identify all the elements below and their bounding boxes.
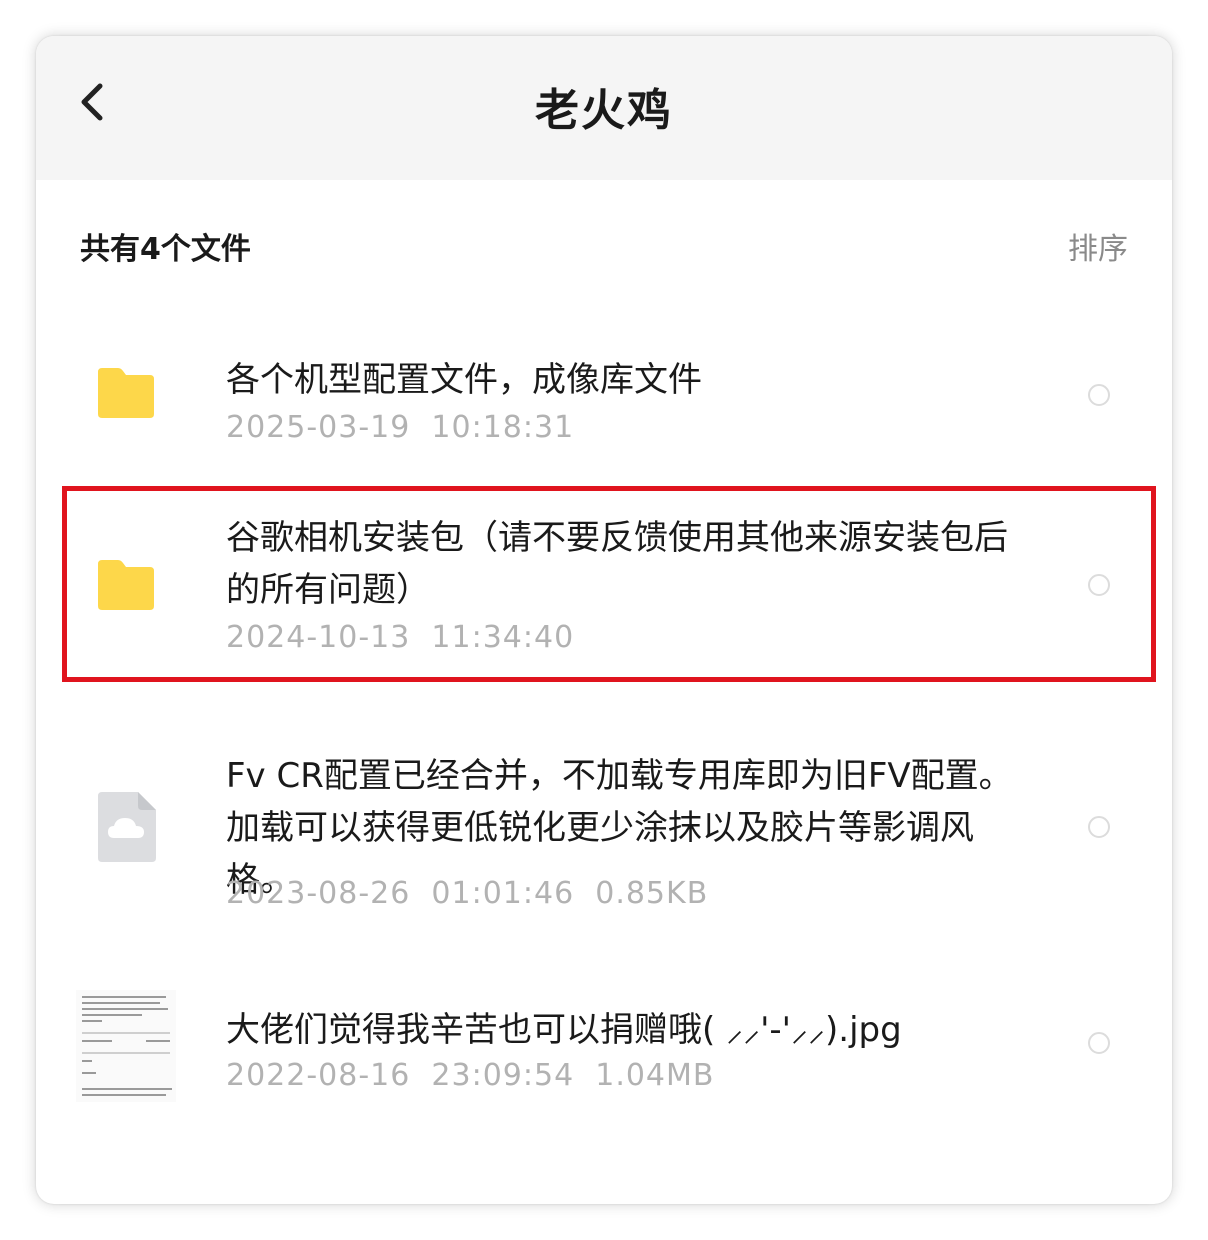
file-meta: 2022-08-16 23:09:54 1.04MB [226, 1058, 715, 1093]
file-row[interactable]: Fv CR配置已经合并，不加载专用库即为旧FV配置。加载可以获得更低锐化更少涂抹… [36, 724, 1172, 934]
select-radio[interactable] [1088, 384, 1110, 406]
file-meta: 2023-08-26 01:01:46 0.85KB [226, 876, 709, 911]
highlight-annotation [62, 486, 1156, 682]
app-window: 老火鸡 共有4个文件 排序 各个机型配置文件，成像库文件 2025-03-19 … [36, 36, 1172, 1204]
file-name: 各个机型配置文件，成像库文件 [226, 360, 702, 400]
file-name: 大佬们觉得我辛苦也可以捐赠哦( ⸝⸝'-'⸝⸝).jpg [226, 1010, 902, 1050]
cloud-file-icon [94, 790, 158, 868]
file-count-label: 共有4个文件 [80, 232, 251, 267]
image-thumbnail [76, 990, 176, 1102]
file-meta: 2025-03-19 10:18:31 [226, 410, 575, 445]
sort-button[interactable]: 排序 [1068, 224, 1128, 268]
file-row[interactable]: 大佬们觉得我辛苦也可以捐赠哦( ⸝⸝'-'⸝⸝).jpg 2022-08-16 … [36, 976, 1172, 1136]
folder-icon [94, 366, 158, 424]
select-radio[interactable] [1088, 1032, 1110, 1054]
top-bar: 老火鸡 [36, 36, 1172, 180]
select-radio[interactable] [1088, 816, 1110, 838]
file-row[interactable]: 各个机型配置文件，成像库文件 2025-03-19 10:18:31 [36, 326, 1172, 476]
page-title: 老火鸡 [535, 85, 673, 136]
